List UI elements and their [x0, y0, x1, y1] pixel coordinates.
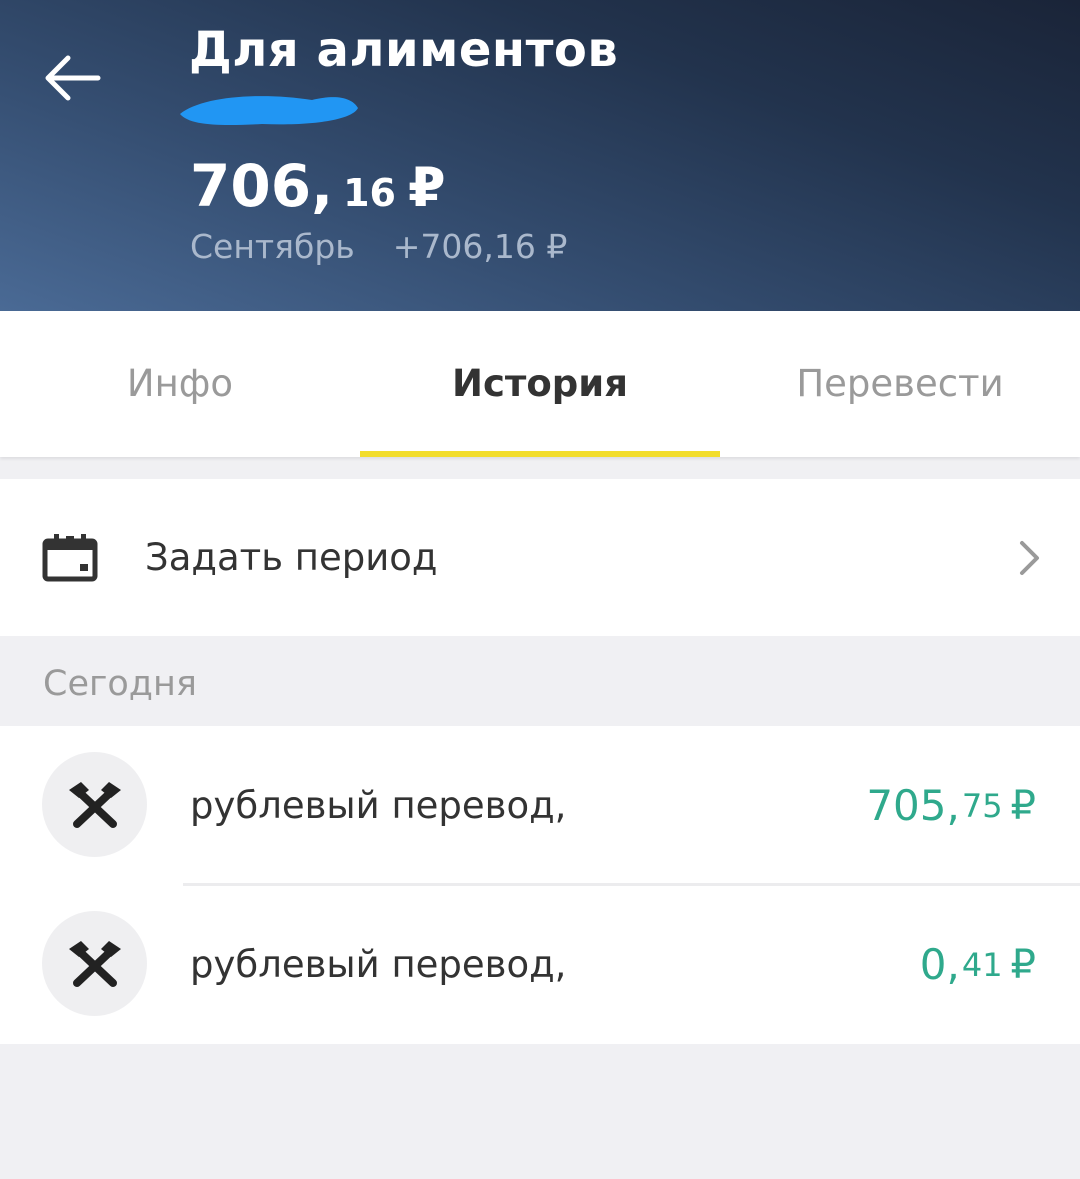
redaction-scribble — [180, 96, 358, 125]
transaction-title: рублевый перевод, — [190, 784, 567, 827]
amount-currency: ₽ — [1010, 941, 1036, 988]
transaction-amount: 705, 75 ₽ — [866, 726, 1036, 885]
account-header: Для алиментов 706, 16 ₽ Сентябрь +706,16 … — [0, 0, 1080, 311]
amount-integer: 705, — [866, 781, 960, 830]
balance-integer: 706, — [190, 152, 334, 220]
chevron-right-icon — [1020, 541, 1039, 575]
crossed-hammers-icon — [68, 781, 121, 828]
transaction-avatar — [42, 911, 147, 1016]
crossed-hammers-icon — [68, 940, 121, 987]
section-today: Сегодня — [43, 664, 197, 704]
month-label: Сентябрь — [190, 227, 355, 266]
amount-fraction: 75 — [961, 786, 1003, 825]
set-period-row[interactable]: Задать период — [0, 479, 1080, 636]
amount-currency: ₽ — [1010, 782, 1036, 829]
balance-currency: ₽ — [408, 156, 446, 219]
balance-fraction: 16 — [343, 171, 396, 215]
transaction-row[interactable]: рублевый перевод, 705, 75 ₽ — [0, 726, 1080, 886]
set-period-label: Задать период — [145, 536, 438, 579]
tab-transfer[interactable]: Перевести — [720, 311, 1080, 457]
account-title: Для алиментов — [189, 22, 619, 78]
account-balance: 706, 16 ₽ — [190, 152, 446, 220]
back-button[interactable] — [36, 46, 108, 110]
transaction-amount: 0, 41 ₽ — [920, 885, 1036, 1044]
calendar-icon — [42, 534, 98, 582]
tab-history[interactable]: История — [360, 311, 720, 457]
tab-bar: Инфо История Перевести — [0, 311, 1080, 457]
month-delta: +706,16 ₽ — [392, 227, 568, 266]
transaction-list: рублевый перевод, 705, 75 ₽ рублевый пер… — [0, 726, 1080, 1044]
arrow-left-icon — [45, 55, 101, 101]
amount-integer: 0, — [919, 940, 960, 989]
month-summary: Сентябрь +706,16 ₽ — [190, 227, 567, 266]
tab-info[interactable]: Инфо — [0, 311, 360, 457]
amount-fraction: 41 — [961, 945, 1003, 984]
transaction-avatar — [42, 752, 147, 857]
transaction-row[interactable]: рублевый перевод, 0, 41 ₽ — [0, 885, 1080, 1044]
transaction-title: рублевый перевод, — [190, 943, 567, 986]
